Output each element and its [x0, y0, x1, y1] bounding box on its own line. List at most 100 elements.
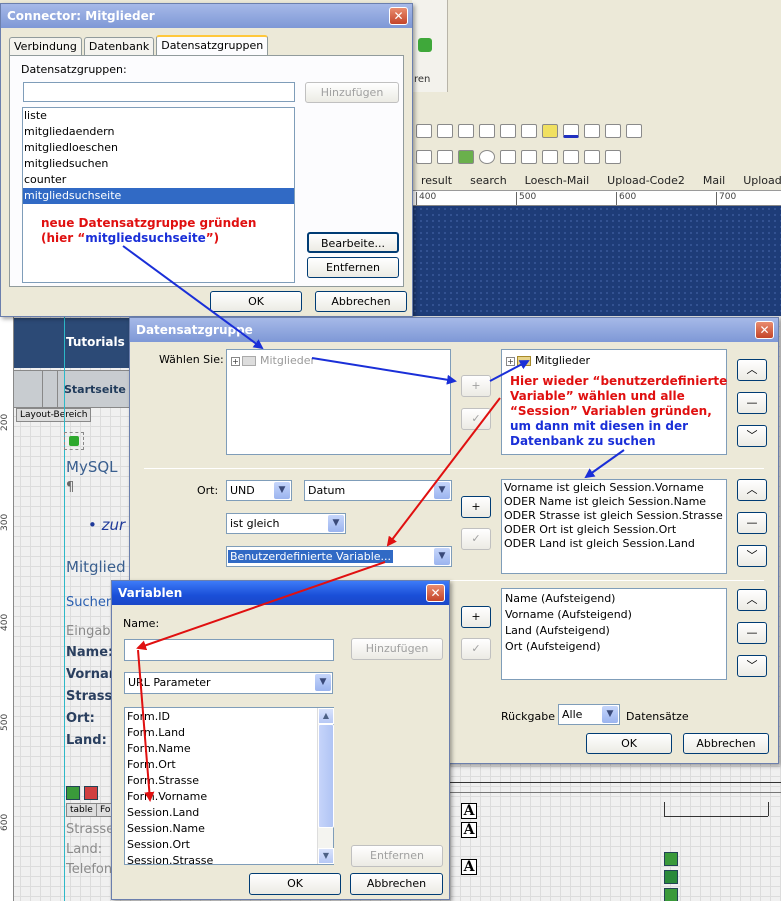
list-item-selected[interactable]: mitgliedsuchseite	[23, 188, 294, 204]
connector-title[interactable]: Connector: Mitglieder	[1, 4, 412, 28]
list-icon[interactable]	[437, 124, 453, 138]
ok-button[interactable]: OK	[586, 733, 672, 754]
textfield-icon[interactable]	[437, 150, 453, 164]
move-down-button[interactable]: ﹀	[737, 545, 767, 567]
component-icon[interactable]	[64, 432, 84, 450]
nav-item-startseite[interactable]: Startseite	[64, 383, 126, 396]
spacing-icon[interactable]	[458, 124, 474, 138]
tag-icon[interactable]	[584, 150, 600, 164]
chevron-down-icon[interactable]: ▼	[602, 706, 618, 723]
cancel-button[interactable]: Abbrechen	[683, 733, 769, 754]
dynamic-data-icon[interactable]	[664, 852, 678, 866]
highlight-icon[interactable]	[542, 124, 558, 138]
field-select[interactable]: Datum ▼	[304, 480, 452, 501]
add-variable-button[interactable]: Hinzufügen	[351, 638, 443, 660]
font-color-icon[interactable]	[563, 124, 579, 138]
variables-list[interactable]: Form.ID Form.Land Form.Name Form.Ort For…	[124, 707, 334, 865]
dynamic-data-icon[interactable]	[664, 888, 678, 901]
variable-item[interactable]: Form.Land	[126, 725, 332, 741]
operator-select[interactable]: UND ▼	[226, 480, 292, 501]
variable-item[interactable]: Form.Strasse	[126, 773, 332, 789]
data-icon[interactable]	[84, 786, 98, 800]
ribbon-insert-button[interactable]: ren	[412, 0, 448, 92]
move-up-button[interactable]: ︿	[737, 359, 767, 381]
condition-item[interactable]: ODER Name ist gleich Session.Name	[503, 495, 725, 509]
checkbox-icon[interactable]	[458, 150, 474, 164]
doc-tab-mail[interactable]: Mail	[694, 174, 734, 187]
table-tag[interactable]: table	[66, 803, 97, 817]
scroll-up-icon[interactable]: ▲	[318, 708, 334, 724]
remove-button[interactable]: —	[737, 512, 767, 534]
apply-condition-button[interactable]: ✓	[461, 528, 491, 550]
image-field-icon[interactable]	[542, 150, 558, 164]
condition-item[interactable]: ODER Strasse ist gleich Session.Strasse	[503, 509, 725, 523]
outdent-icon[interactable]	[521, 124, 537, 138]
sort-item[interactable]: Vorname (Aufsteigend)	[504, 607, 724, 623]
doc-tab-loesch-mail[interactable]: Loesch-Mail	[516, 174, 599, 187]
cancel-button[interactable]: Abbrechen	[315, 291, 407, 312]
bullets-icon[interactable]	[479, 124, 495, 138]
align-icon[interactable]	[416, 124, 432, 138]
variable-item[interactable]: Form.Vorname	[126, 789, 332, 805]
superscript-icon[interactable]	[605, 124, 621, 138]
recordset-title[interactable]: Datensatzgruppe	[130, 318, 778, 342]
data-icon[interactable]	[66, 786, 80, 800]
list-item[interactable]: mitgliedsuchen	[23, 156, 294, 172]
remove-recordset-button[interactable]: Entfernen	[307, 257, 399, 278]
scroll-thumb[interactable]	[318, 724, 334, 828]
variable-item[interactable]: Form.ID	[126, 709, 332, 725]
tree-node-mitglieder[interactable]: + Mitglieder	[230, 353, 447, 369]
indent-icon[interactable]	[500, 124, 516, 138]
variable-item[interactable]: Session.Name	[126, 821, 332, 837]
edit-recordset-button[interactable]: Bearbeite...	[307, 232, 399, 253]
chevron-down-icon[interactable]: ▼	[434, 548, 450, 565]
source-tree[interactable]: + Mitglieder	[226, 349, 451, 455]
list-item[interactable]: liste	[23, 108, 294, 124]
ok-button[interactable]: OK	[210, 291, 302, 312]
button-icon[interactable]	[521, 150, 537, 164]
apply-sort-button[interactable]: ✓	[461, 638, 491, 660]
return-select[interactable]: Alle ▼	[558, 704, 620, 725]
chevron-down-icon[interactable]: ▼	[434, 482, 450, 499]
sort-list[interactable]: Name (Aufsteigend) Vorname (Aufsteigend)…	[501, 588, 727, 680]
sort-item[interactable]: Ort (Aufsteigend)	[504, 639, 724, 655]
doc-tab-search[interactable]: search	[461, 174, 516, 187]
list-item[interactable]: counter	[23, 172, 294, 188]
expand-icon[interactable]: +	[506, 356, 515, 366]
sort-item[interactable]: Land (Aufsteigend)	[504, 623, 724, 639]
recordset-list[interactable]: liste mitgliedaendern mitgliedloeschen m…	[22, 107, 295, 283]
add-table-button[interactable]: +	[461, 375, 491, 397]
chevron-down-icon[interactable]: ▼	[274, 482, 290, 499]
doc-tab-upload-code2[interactable]: Upload-Code2	[598, 174, 694, 187]
move-down-button[interactable]: ﹀	[737, 655, 767, 677]
layout-region-tag[interactable]: Layout-Bereich	[16, 408, 92, 422]
chevron-down-icon[interactable]: ▼	[315, 674, 331, 691]
tab-verbindung[interactable]: Verbindung	[9, 37, 82, 57]
condition-item[interactable]: Vorname ist gleich Session.Vorname	[503, 481, 725, 495]
chevron-down-icon[interactable]: ▼	[328, 515, 344, 532]
list-item[interactable]: mitgliedloeschen	[23, 140, 294, 156]
variable-item[interactable]: Form.Ort	[126, 757, 332, 773]
remove-variable-button[interactable]: Entfernen	[351, 845, 443, 867]
page-text-bullet[interactable]: • zur	[88, 516, 125, 534]
variable-select[interactable]: Benutzerdefinierte Variable... ▼	[226, 546, 452, 567]
doc-tab-upload-code[interactable]: Upload-Code	[734, 174, 781, 187]
text-size-icon[interactable]	[626, 124, 642, 138]
doc-tab-result[interactable]: result	[412, 174, 461, 187]
scroll-down-icon[interactable]: ▼	[318, 848, 334, 864]
variable-item[interactable]: Session.Land	[126, 805, 332, 821]
variable-name-input[interactable]	[124, 639, 334, 661]
comparison-select[interactable]: ist gleich ▼	[226, 513, 346, 534]
condition-item[interactable]: ODER Ort ist gleich Session.Ort	[503, 523, 725, 537]
add-page-icon[interactable]	[563, 150, 579, 164]
move-up-button[interactable]: ︿	[737, 589, 767, 611]
close-icon[interactable]: ✕	[389, 7, 408, 25]
apply-check-button[interactable]: ✓	[461, 408, 491, 430]
variable-type-select[interactable]: URL Parameter ▼	[124, 672, 333, 694]
add-condition-button[interactable]: +	[461, 496, 491, 518]
add-recordset-button[interactable]: Hinzufügen	[305, 82, 399, 103]
subscript-icon[interactable]	[584, 124, 600, 138]
ok-button[interactable]: OK	[249, 873, 341, 895]
conditions-list[interactable]: Vorname ist gleich Session.Vorname ODER …	[501, 479, 727, 574]
tree-node-mitglieder[interactable]: + Mitglieder	[505, 353, 723, 369]
